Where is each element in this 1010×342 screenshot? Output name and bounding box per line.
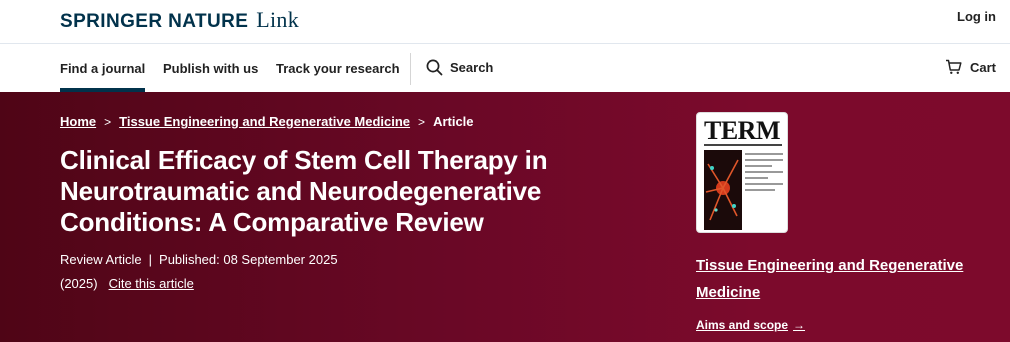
journal-cover-image[interactable]: TERM [696, 112, 788, 233]
meta-divider: | [148, 252, 153, 267]
article-citation: (2025) Cite this article [60, 276, 194, 291]
article-type: Review Article [60, 252, 142, 267]
cover-text-lines [745, 153, 783, 195]
breadcrumb-journal[interactable]: Tissue Engineering and Regenerative Medi… [119, 114, 410, 129]
neuron-illustration-icon [704, 150, 742, 230]
brand-main-text: SPRINGER NATURE [60, 11, 249, 32]
nav-divider [410, 53, 411, 85]
top-bar: SPRINGER NATURE Link Log in [0, 0, 1010, 44]
cover-title: TERM [704, 116, 781, 145]
cart-icon [945, 59, 962, 74]
nav-track-your-research[interactable]: Track your research [276, 45, 400, 92]
aims-and-scope-link[interactable]: Aims and scope → [696, 318, 805, 332]
breadcrumb-separator: > [418, 114, 426, 129]
article-hero: Home > Tissue Engineering and Regenerati… [0, 92, 1010, 342]
nav-find-a-journal[interactable]: Find a journal [60, 45, 146, 92]
cite-this-article-link[interactable]: Cite this article [109, 276, 194, 291]
aims-label: Aims and scope [696, 318, 789, 332]
search-label: Search [450, 60, 494, 75]
breadcrumb-separator: > [104, 114, 112, 129]
breadcrumb-home[interactable]: Home [60, 114, 96, 129]
breadcrumb: Home > Tissue Engineering and Regenerati… [60, 114, 474, 129]
cart-label: Cart [969, 59, 996, 75]
article-meta: Review Article | Published: 08 September… [60, 252, 338, 267]
brand-link-text: Link [256, 7, 300, 32]
search-button[interactable]: Search [426, 59, 493, 76]
cover-rule [704, 144, 782, 146]
article-title: Clinical Efficacy of Stem Cell Therapy i… [60, 145, 548, 237]
article-year: (2025) [60, 276, 98, 291]
journal-title-link[interactable]: Tissue Engineering and Regenerative Medi… [696, 252, 986, 306]
search-icon [426, 59, 443, 76]
nav-publish-with-us[interactable]: Publish with us [163, 45, 258, 92]
arrow-right-icon: → [793, 318, 806, 332]
main-navigation: Find a journal Publish with us Track you… [0, 45, 1010, 92]
published-date: Published: 08 September 2025 [159, 252, 338, 267]
cart-button[interactable]: Cart [945, 59, 996, 75]
breadcrumb-current: Article [433, 114, 474, 129]
login-link[interactable]: Log in [957, 9, 996, 24]
springer-nature-link-logo[interactable]: SPRINGER NATURE Link [60, 7, 299, 33]
